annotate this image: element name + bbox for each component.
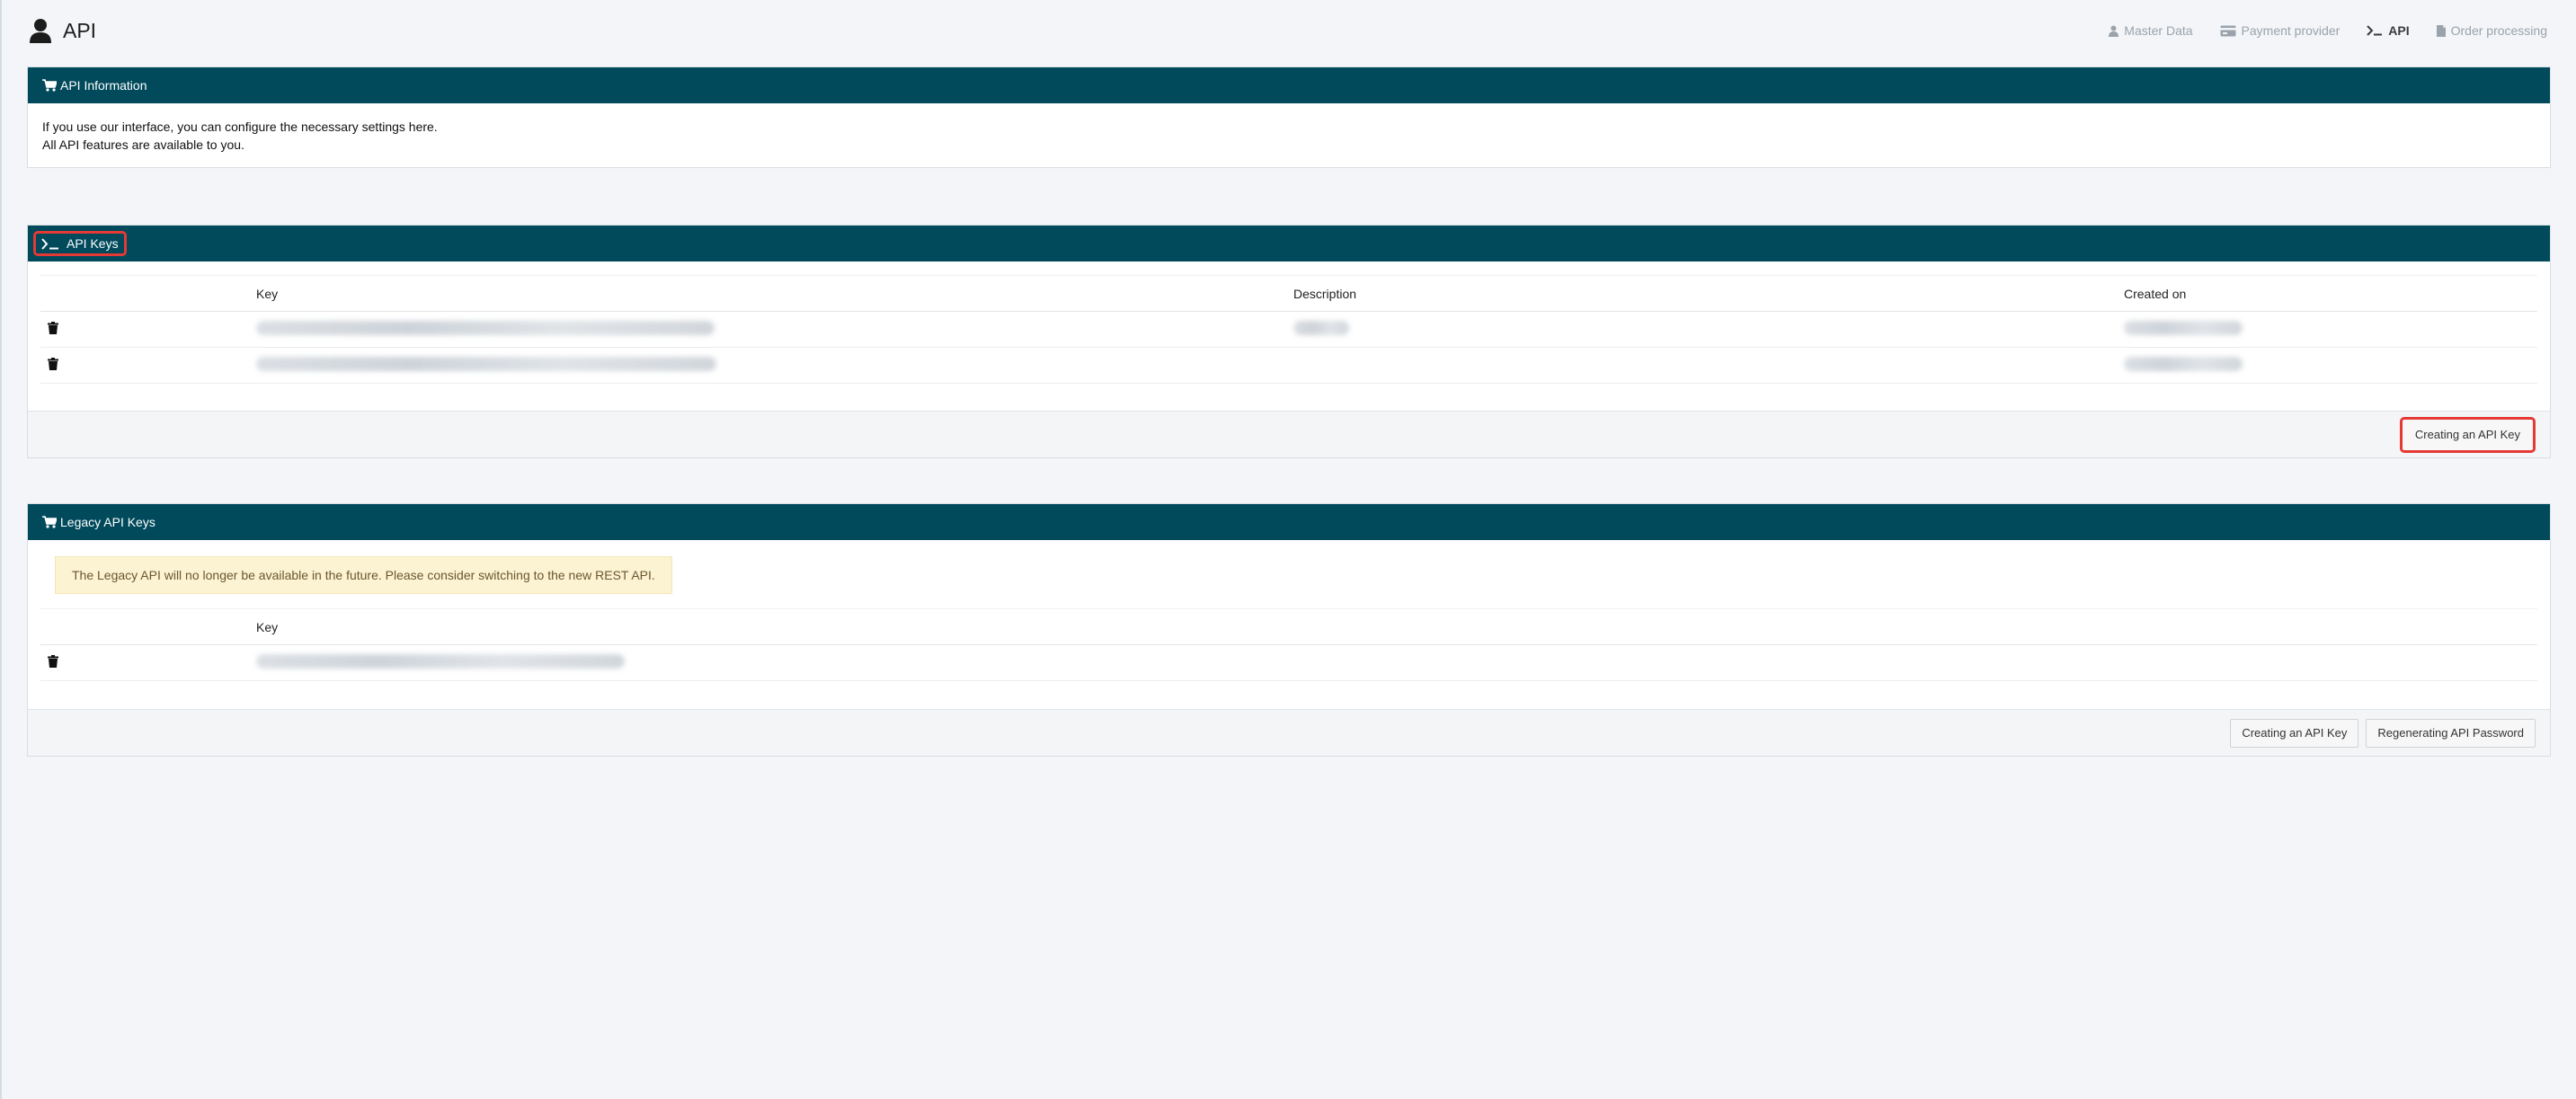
nav-api[interactable]: API xyxy=(2367,23,2410,38)
left-edge xyxy=(0,0,2,1099)
document-icon xyxy=(2436,24,2446,37)
api-keys-table: Key Description Created on xyxy=(40,275,2537,384)
row-actions xyxy=(40,347,256,384)
api-keys-table-wrapper: Key Description Created on xyxy=(28,261,2550,411)
trash-icon[interactable] xyxy=(48,322,58,334)
row-description-redacted xyxy=(1293,311,2124,348)
api-keys-heading-highlight: API Keys xyxy=(33,231,127,256)
user-icon xyxy=(2109,25,2119,37)
terminal-icon xyxy=(2367,25,2383,36)
nav-order-processing-label: Order processing xyxy=(2450,23,2547,38)
legacy-footer: Creating an API Key Regenerating API Pas… xyxy=(28,709,2550,756)
api-information-heading: API Information xyxy=(28,67,2550,103)
legacy-deprecation-alert: The Legacy API will no longer be availab… xyxy=(55,556,672,594)
nav-payment-provider-label: Payment provider xyxy=(2241,23,2341,38)
header-key: Key xyxy=(256,608,2537,645)
header-actions xyxy=(40,275,256,312)
header-description: Description xyxy=(1293,275,2124,312)
legacy-header-row: Key xyxy=(40,608,2537,645)
row-created-redacted xyxy=(2124,311,2537,348)
nav-payment-provider[interactable]: Payment provider xyxy=(2220,23,2341,38)
row-key-redacted xyxy=(256,311,1293,348)
legacy-create-api-key-button[interactable]: Creating an API Key xyxy=(2230,718,2359,748)
shopping-cart-icon xyxy=(42,516,57,528)
page-title-text: API xyxy=(63,18,97,42)
api-keys-title: API Keys xyxy=(67,236,119,251)
terminal-icon xyxy=(41,237,59,250)
create-api-key-button[interactable]: Creating an API Key xyxy=(2399,416,2536,453)
api-keys-header-row: Key Description Created on xyxy=(40,275,2537,312)
regenerate-api-password-button[interactable]: Regenerating API Password xyxy=(2366,718,2536,748)
top-nav: Master Data Payment provider API Order p… xyxy=(2082,18,2547,43)
nav-order-processing[interactable]: Order processing xyxy=(2436,23,2547,38)
table-row xyxy=(40,311,2537,348)
api-keys-footer: Creating an API Key xyxy=(28,411,2550,457)
nav-master-data-label: Master Data xyxy=(2124,23,2193,38)
api-keys-heading: API Keys xyxy=(28,226,2550,261)
credit-card-icon xyxy=(2220,25,2236,37)
legacy-api-keys-panel: Legacy API Keys The Legacy API will no l… xyxy=(27,503,2551,757)
nav-master-data[interactable]: Master Data xyxy=(2109,23,2193,38)
header-actions xyxy=(40,608,256,645)
api-information-body: If you use our interface, you can config… xyxy=(28,103,2550,166)
legacy-api-keys-title: Legacy API Keys xyxy=(60,515,155,529)
row-key-redacted xyxy=(256,644,2537,681)
table-row xyxy=(40,644,2537,681)
info-line-1: If you use our interface, you can config… xyxy=(42,120,438,134)
row-key-redacted xyxy=(256,347,1293,384)
api-information-panel: API Information If you use our interface… xyxy=(27,66,2551,168)
trash-icon[interactable] xyxy=(48,358,58,370)
trash-icon[interactable] xyxy=(48,655,58,668)
user-icon xyxy=(29,18,54,43)
row-actions xyxy=(40,644,256,681)
shopping-cart-icon xyxy=(42,79,57,92)
page-header: API Master Data Payment provider API Ord… xyxy=(29,13,2547,49)
row-created-redacted xyxy=(2124,347,2537,384)
legacy-api-keys-heading: Legacy API Keys xyxy=(28,504,2550,540)
api-keys-panel: API Keys Key Description Created on Crea… xyxy=(27,225,2551,458)
nav-api-label: API xyxy=(2388,23,2410,38)
legacy-body: The Legacy API will no longer be availab… xyxy=(28,540,2550,709)
header-created-on: Created on xyxy=(2124,275,2537,312)
info-line-2: All API features are available to you. xyxy=(42,137,244,152)
header-key: Key xyxy=(256,275,1293,312)
row-actions xyxy=(40,311,256,348)
table-row xyxy=(40,347,2537,384)
legacy-keys-table: Key xyxy=(40,608,2537,681)
page-title: API xyxy=(29,16,96,45)
row-description-empty xyxy=(1293,347,2124,384)
api-information-title: API Information xyxy=(60,78,147,93)
